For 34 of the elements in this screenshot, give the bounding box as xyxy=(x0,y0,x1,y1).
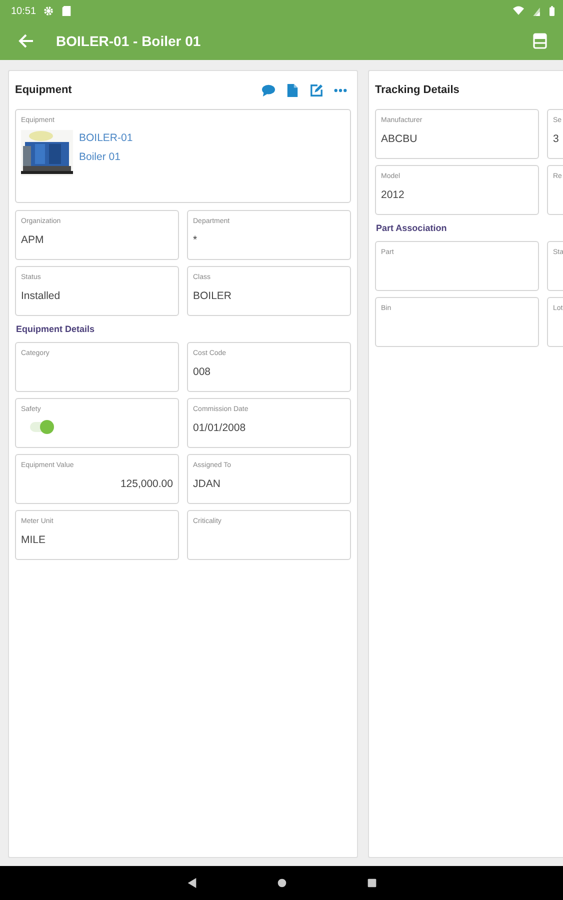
field-value: 125,000.00 xyxy=(120,478,173,490)
battery-icon xyxy=(549,6,555,16)
field-value: 2012 xyxy=(381,189,404,201)
card-title: Equipment xyxy=(15,84,72,96)
card-title: Tracking Details xyxy=(375,84,460,96)
home-circle-icon[interactable] xyxy=(276,878,286,888)
section-heading: Equipment Details xyxy=(15,323,96,336)
document-icon[interactable] xyxy=(286,84,299,96)
field-value: * xyxy=(193,234,198,246)
field-value: 008 xyxy=(193,366,211,378)
back-triangle-icon[interactable] xyxy=(186,878,196,888)
toggle-switch[interactable] xyxy=(30,422,52,432)
gear-icon xyxy=(43,6,54,16)
field-value: 01/01/2008 xyxy=(193,422,246,434)
layout-icon[interactable] xyxy=(533,33,547,49)
back-arrow-icon[interactable] xyxy=(18,33,34,49)
field-value: JDAN xyxy=(193,478,220,490)
recents-square-icon[interactable] xyxy=(366,878,376,888)
equipment-code-link[interactable]: BOILER-01 xyxy=(79,132,133,144)
field-value: ABCBU xyxy=(381,133,418,145)
field-value: 3 xyxy=(553,133,559,145)
equipment-description-link[interactable]: Boiler 01 xyxy=(79,151,120,163)
signal-icon xyxy=(531,6,542,16)
field-value: MILE xyxy=(21,534,46,546)
clock-time: 10:51 xyxy=(11,6,36,16)
screen-title: BOILER-01 - Boiler 01 xyxy=(56,33,202,49)
field-value: Installed xyxy=(21,290,60,302)
section-heading: Part Association xyxy=(375,222,448,235)
field-value: APM xyxy=(21,234,44,246)
wifi-icon xyxy=(513,6,524,16)
comment-icon[interactable] xyxy=(262,84,275,96)
sd-card-icon xyxy=(61,6,72,16)
edit-icon[interactable] xyxy=(310,84,323,96)
field-value: BOILER xyxy=(193,290,232,302)
